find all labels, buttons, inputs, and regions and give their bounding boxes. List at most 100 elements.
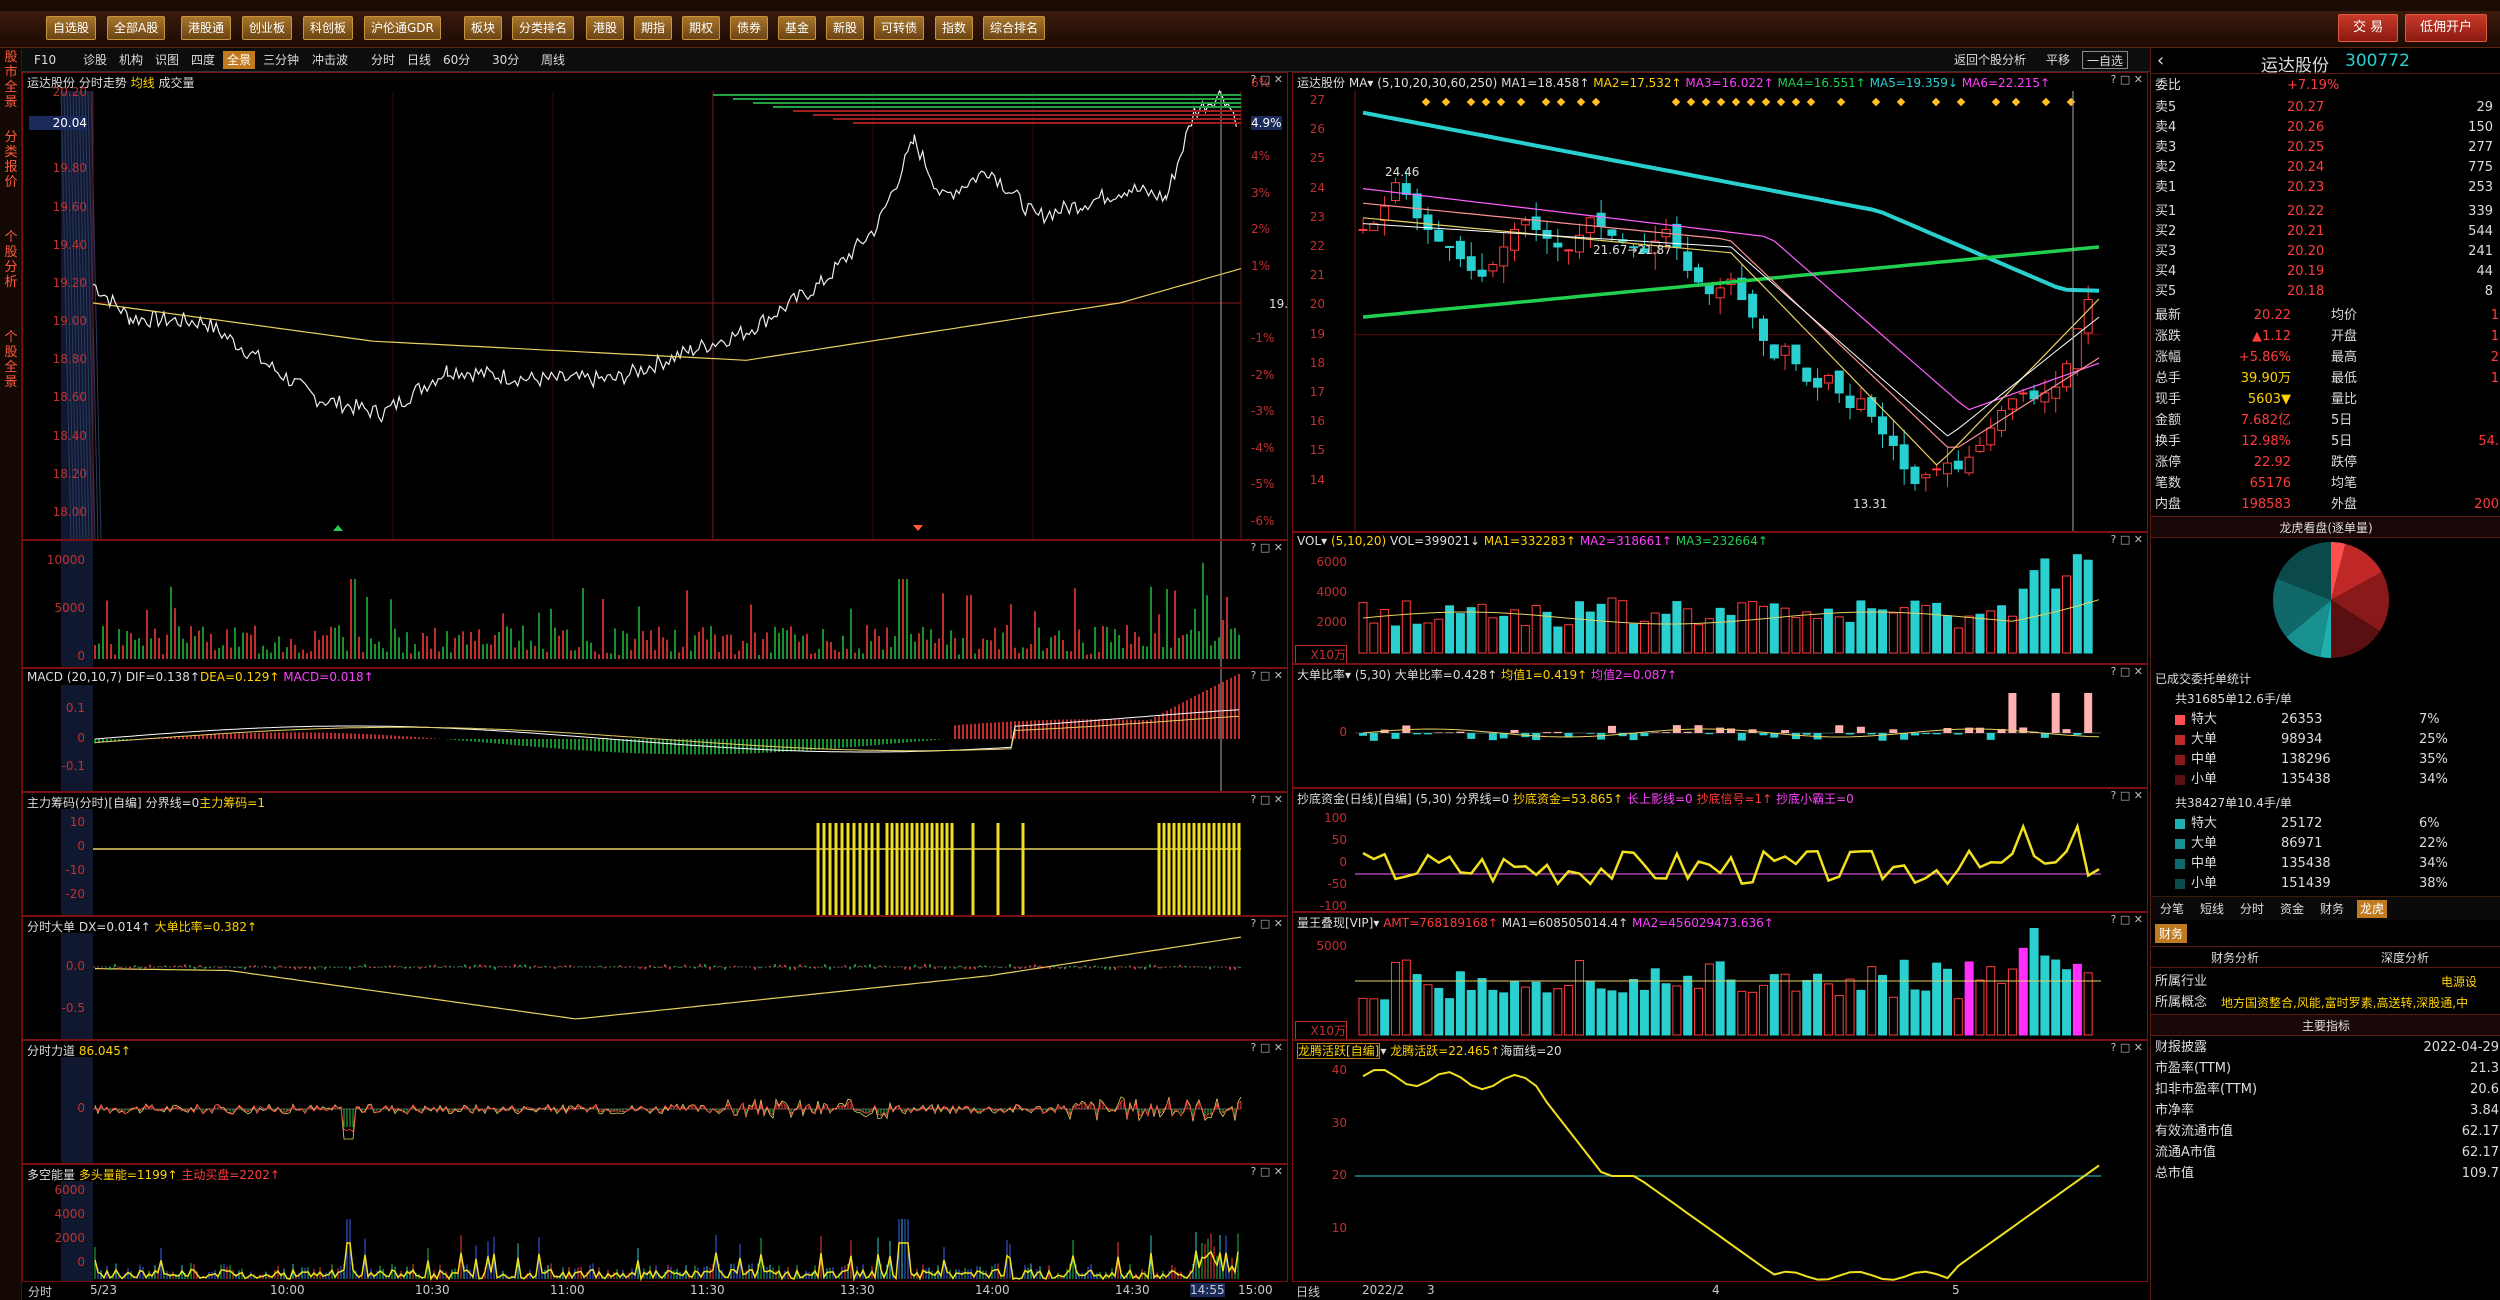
- kline-period-label[interactable]: 日线: [1296, 1283, 1320, 1300]
- tab-5[interactable]: 全景: [223, 51, 256, 69]
- panel-controls[interactable]: ? □ ✕: [1251, 793, 1283, 806]
- candle-body: [1791, 344, 1801, 365]
- kbr-bar: [1651, 732, 1660, 733]
- menu-item-14[interactable]: 可转债: [874, 16, 925, 40]
- kline-amount-panel[interactable]: 量王叠现[VIP]▾ AMT=768189168↑ MA1=608505014.…: [1292, 912, 2148, 1040]
- kamt-bar: [1975, 979, 1985, 1036]
- intraday-chip-panel[interactable]: 主力筹码(分时)[自编] 分界线=0主力筹码=1 10 0 -10 -20? □ ✕: [22, 792, 1288, 916]
- kline-chart-panel[interactable]: 运达股份 MA▾ (5,10,20,30,60,250) MA1=18.458↑…: [1292, 72, 2148, 532]
- period-label[interactable]: 分时: [28, 1283, 52, 1300]
- menu-item-12[interactable]: 基金: [778, 16, 817, 40]
- panel-controls[interactable]: ? □ ✕: [1251, 541, 1283, 554]
- back-icon[interactable]: ‹: [2157, 50, 2164, 71]
- panel-controls[interactable]: ? □ ✕: [2111, 533, 2143, 546]
- intraday-volume-panel[interactable]: 10000 5000 0 ? □ ✕: [22, 540, 1288, 668]
- sidebar-item-1[interactable]: 分类报价: [1, 130, 21, 190]
- tab-6[interactable]: 三分钟: [259, 51, 303, 69]
- tab-7[interactable]: 冲击波: [308, 51, 352, 69]
- kvol-bar: [1921, 604, 1931, 654]
- panel-controls[interactable]: ? □ ✕: [2111, 913, 2143, 926]
- panel-controls[interactable]: ? □ ✕: [1251, 1165, 1283, 1178]
- candle-body: [1834, 370, 1844, 394]
- sidebar-item-3[interactable]: 个股全景: [1, 330, 21, 390]
- menu-item-13[interactable]: 新股: [826, 16, 865, 40]
- intraday-bigorder-panel[interactable]: 分时大单 DX=0.014↑ 大单比率=0.382↑ 0.0 -0.5? □ ✕: [22, 916, 1288, 1040]
- kamt-bar: [1390, 961, 1400, 1036]
- panel-controls[interactable]: ? □ ✕: [1251, 1041, 1283, 1054]
- quote-tab-0[interactable]: 分笔: [2157, 900, 2187, 918]
- pct-tick: 4.9%: [1251, 116, 1282, 131]
- plot-svg: [61, 541, 1240, 667]
- kline-bigratio-panel[interactable]: 大单比率▾ (5,30) 大单比率=0.428↑ 均值1=0.419↑ 均值2=…: [1292, 664, 2148, 788]
- menu-item-7[interactable]: 分类排名: [512, 16, 575, 40]
- tab-8[interactable]: 分时: [367, 51, 399, 69]
- menu-item-10[interactable]: 期权: [682, 16, 721, 40]
- sell-pct: 6%: [2419, 816, 2440, 831]
- menu-item-8[interactable]: 港股: [586, 16, 625, 40]
- tab-2[interactable]: 机构: [115, 51, 147, 69]
- menu-item-5[interactable]: 沪伦通GDR: [364, 16, 441, 40]
- panel-controls[interactable]: ? □ ✕: [2111, 665, 2143, 678]
- tab-1[interactable]: 诊股: [79, 51, 111, 69]
- panel-controls[interactable]: ? □ ✕: [1251, 73, 1283, 86]
- menu-item-0[interactable]: 自选股: [46, 16, 97, 40]
- kline-bottomfund-panel[interactable]: 抄底资金(日线)[自编] (5,30) 分界线=0 抄底资金=53.865↑ 长…: [1292, 788, 2148, 912]
- tab-0[interactable]: F10: [30, 51, 60, 69]
- panel-controls[interactable]: ? □ ✕: [2111, 789, 2143, 802]
- sidebar-item-0[interactable]: 股市全景: [1, 50, 21, 110]
- menu-item-11[interactable]: 债券: [730, 16, 769, 40]
- open-account-button[interactable]: 低佣开户: [2405, 14, 2488, 42]
- tab-12[interactable]: 周线: [537, 51, 569, 69]
- quote-tab-5[interactable]: 龙虎: [2357, 900, 2388, 918]
- kbot-tick: 50: [1331, 833, 1347, 847]
- menu-item-3[interactable]: 创业板: [242, 16, 293, 40]
- signal-diamond: [1991, 97, 2001, 107]
- stat-value: 12.98%: [2241, 434, 2291, 449]
- menu-item-2[interactable]: 港股通: [181, 16, 232, 40]
- sidebar-item-2[interactable]: 个股分析: [1, 230, 21, 290]
- macd-tick: 0.1: [65, 701, 85, 715]
- menu-item-9[interactable]: 期指: [634, 16, 673, 40]
- buy-swatch: [2175, 755, 2185, 765]
- intraday-force-panel[interactable]: 分时力道 86.045↑ 0? □ ✕: [22, 1040, 1288, 1164]
- sell-swatch: [2175, 879, 2185, 889]
- tab-10[interactable]: 60分: [439, 51, 474, 69]
- kline-volume-panel[interactable]: VOL▾ (5,10,20) VOL=399021↓ MA1=332283↑ M…: [1292, 532, 2148, 664]
- menu-item-16[interactable]: 综合排名: [983, 16, 1046, 40]
- menu-item-4[interactable]: 科创板: [303, 16, 354, 40]
- kamt-bar: [1813, 973, 1823, 1036]
- quote-tab-2[interactable]: 分时: [2237, 900, 2267, 918]
- kvol-bar: [1932, 602, 1942, 654]
- intraday-energy-panel[interactable]: 多空能量 多头量能=1199↑ 主动买盘=2202↑ 6000 4000 2000 0…: [22, 1164, 1288, 1282]
- plot-svg: [61, 1057, 1242, 1163]
- panel-controls[interactable]: ? □ ✕: [1251, 917, 1283, 930]
- intraday-time-axis: 5/23 10:00 10:30 11:00 11:30 13:30 14:00 14:30 1…: [22, 1282, 1288, 1300]
- panel-controls[interactable]: ? □ ✕: [2111, 1041, 2143, 1054]
- sell-pct: 22%: [2419, 836, 2448, 851]
- quote-tab-1[interactable]: 短线: [2197, 900, 2227, 918]
- intraday-chart-panel[interactable]: 运达股份 分时走势 均线 成交量 20.20 20.04 19.80 19.60 19.…: [22, 72, 1288, 540]
- panel-controls[interactable]: ? □ ✕: [1251, 669, 1283, 682]
- menu-item-6[interactable]: 板块: [464, 16, 503, 40]
- fin-tab[interactable]: 财务: [2155, 924, 2188, 943]
- toolbar-right-0[interactable]: 返回个股分析: [1950, 51, 2030, 69]
- kvol-bar: [1466, 607, 1476, 654]
- tab-4[interactable]: 四度: [187, 51, 219, 69]
- menu-item-15[interactable]: 指数: [935, 16, 974, 40]
- candle-body: [1932, 468, 1942, 471]
- tab-11[interactable]: 30分: [488, 51, 523, 69]
- kline-dragon-panel[interactable]: 龙腾活跃[自编]▾ 龙腾活跃=22.465↑海面线=20 40 30 20 10? □…: [1292, 1040, 2148, 1282]
- fin-tab-deep[interactable]: 深度分析: [2381, 949, 2429, 966]
- toolbar-right-1[interactable]: 平移: [2042, 51, 2074, 69]
- toolbar-right-2[interactable]: 一自选: [2082, 51, 2129, 69]
- tab-3[interactable]: 识图: [151, 51, 183, 69]
- trade-button[interactable]: 交 易: [2338, 14, 2399, 42]
- panel-controls[interactable]: ? □ ✕: [2111, 73, 2143, 86]
- quote-tab-3[interactable]: 资金: [2277, 900, 2307, 918]
- quote-tab-4[interactable]: 财务: [2317, 900, 2347, 918]
- menu-item-1[interactable]: 全部A股: [107, 16, 166, 40]
- fin-tab-analysis[interactable]: 财务分析: [2211, 949, 2259, 966]
- intraday-macd-panel[interactable]: MACD (20,10,7) DIF=0.138↑DEA=0.129↑ MACD…: [22, 668, 1288, 792]
- candle-body: [1596, 212, 1606, 228]
- tab-9[interactable]: 日线: [403, 51, 435, 69]
